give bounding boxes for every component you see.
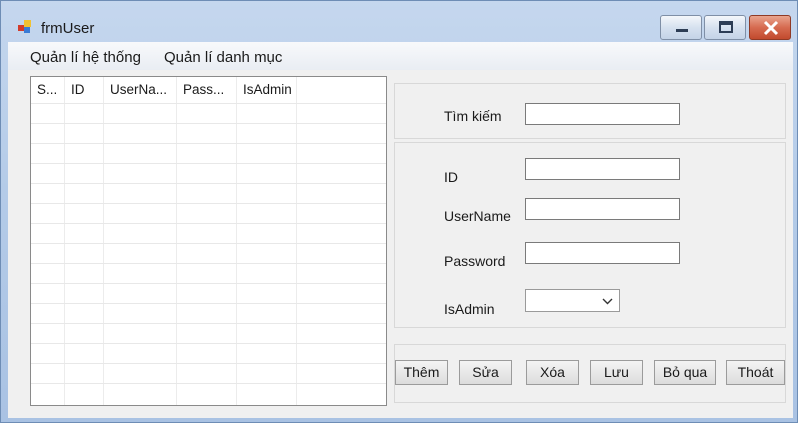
grid-row-line <box>31 383 386 384</box>
column-header-isadmin[interactable]: IsAdmin <box>237 77 297 103</box>
chevron-down-icon <box>602 298 613 305</box>
grid-column-divider <box>64 77 65 405</box>
maximize-icon <box>719 21 733 33</box>
app-window: frmUser Quản lí hệ thống Quản lí danh mụ… <box>0 0 798 423</box>
column-header-password[interactable]: Pass... <box>177 77 237 103</box>
password-field[interactable] <box>525 242 680 264</box>
grid-row-line <box>31 363 386 364</box>
user-details-group: ID UserName Password IsAdmin <box>394 142 786 328</box>
isadmin-label: IsAdmin <box>444 301 495 317</box>
grid-row-line <box>31 343 386 344</box>
grid-column-divider <box>236 77 237 405</box>
user-data-grid[interactable]: S... ID UserNa... Pass... IsAdmin <box>30 76 387 406</box>
grid-row-line <box>31 123 386 124</box>
grid-row-line <box>31 323 386 324</box>
title-bar[interactable]: frmUser <box>1 1 797 43</box>
grid-row-line <box>31 243 386 244</box>
grid-row-line <box>31 203 386 204</box>
username-field[interactable] <box>525 198 680 220</box>
grid-row-line <box>31 143 386 144</box>
username-label: UserName <box>444 208 511 224</box>
id-field[interactable] <box>525 158 680 180</box>
grid-column-divider <box>296 77 297 405</box>
isadmin-combobox[interactable] <box>525 289 620 312</box>
column-header-stt[interactable]: S... <box>31 77 65 103</box>
minimize-button[interactable] <box>660 15 702 40</box>
skip-button[interactable]: Bỏ qua <box>654 360 716 385</box>
id-label: ID <box>444 169 458 185</box>
menu-bar: Quản lí hệ thống Quản lí danh mục <box>8 42 793 70</box>
column-header-username[interactable]: UserNa... <box>104 77 177 103</box>
form-client-area: Quản lí hệ thống Quản lí danh mục S... I… <box>8 42 793 418</box>
exit-button[interactable]: Thoát <box>726 360 785 385</box>
grid-column-divider <box>176 77 177 405</box>
grid-row-line <box>31 223 386 224</box>
app-icon <box>18 20 31 33</box>
menu-system[interactable]: Quản lí hệ thống <box>30 49 141 66</box>
search-input[interactable] <box>525 103 680 125</box>
grid-row-line <box>31 103 386 104</box>
password-label: Password <box>444 253 506 269</box>
delete-button[interactable]: Xóa <box>526 360 579 385</box>
grid-row-line <box>31 303 386 304</box>
search-label: Tìm kiếm <box>444 108 502 124</box>
grid-row-line <box>31 263 386 264</box>
search-group: Tìm kiếm <box>394 83 786 139</box>
minimize-icon <box>676 29 688 32</box>
grid-row-line <box>31 183 386 184</box>
grid-row-line <box>31 283 386 284</box>
close-icon <box>763 20 779 36</box>
save-button[interactable]: Lưu <box>590 360 643 385</box>
column-header-id[interactable]: ID <box>65 77 104 103</box>
edit-button[interactable]: Sửa <box>459 360 512 385</box>
close-button[interactable] <box>749 15 791 40</box>
menu-catalog[interactable]: Quản lí danh mục <box>164 49 282 66</box>
window-title: frmUser <box>41 20 95 37</box>
grid-column-divider <box>103 77 104 405</box>
grid-row-line <box>31 163 386 164</box>
maximize-button[interactable] <box>704 15 746 40</box>
add-button[interactable]: Thêm <box>395 360 448 385</box>
